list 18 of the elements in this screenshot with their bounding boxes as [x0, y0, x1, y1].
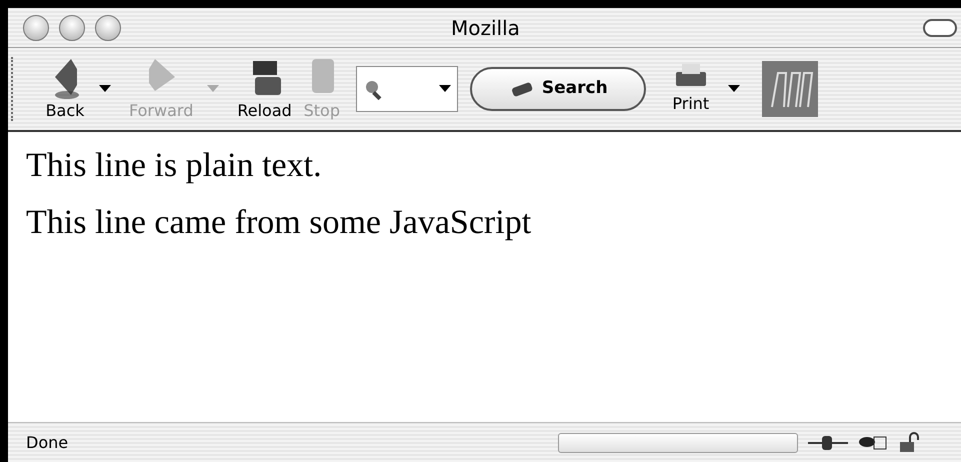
window-control-icon[interactable] — [59, 14, 85, 40]
search-button[interactable]: Search — [470, 67, 646, 111]
status-text: Done — [26, 432, 70, 454]
paragraph: This line is plain text. — [26, 146, 323, 186]
window-control-icon[interactable] — [95, 14, 121, 40]
toolbar-button[interactable]: Back — [45, 55, 85, 123]
caret-icon — [438, 85, 451, 93]
toolbar-button[interactable]: Reload — [237, 55, 292, 123]
window-title: Mozilla — [451, 14, 520, 42]
padlock-icon[interactable] — [898, 432, 922, 454]
toolbar-toggle-icon[interactable] — [923, 18, 957, 36]
print-button[interactable]: Print — [672, 62, 710, 116]
window-control-icon[interactable] — [23, 14, 49, 40]
logo-icon — [762, 61, 818, 117]
paragraph: This line came from some JavaScript — [26, 202, 532, 243]
caret-icon[interactable] — [99, 85, 111, 93]
caret-icon[interactable] — [728, 85, 740, 93]
search-engine-dropdown[interactable] — [356, 66, 458, 112]
